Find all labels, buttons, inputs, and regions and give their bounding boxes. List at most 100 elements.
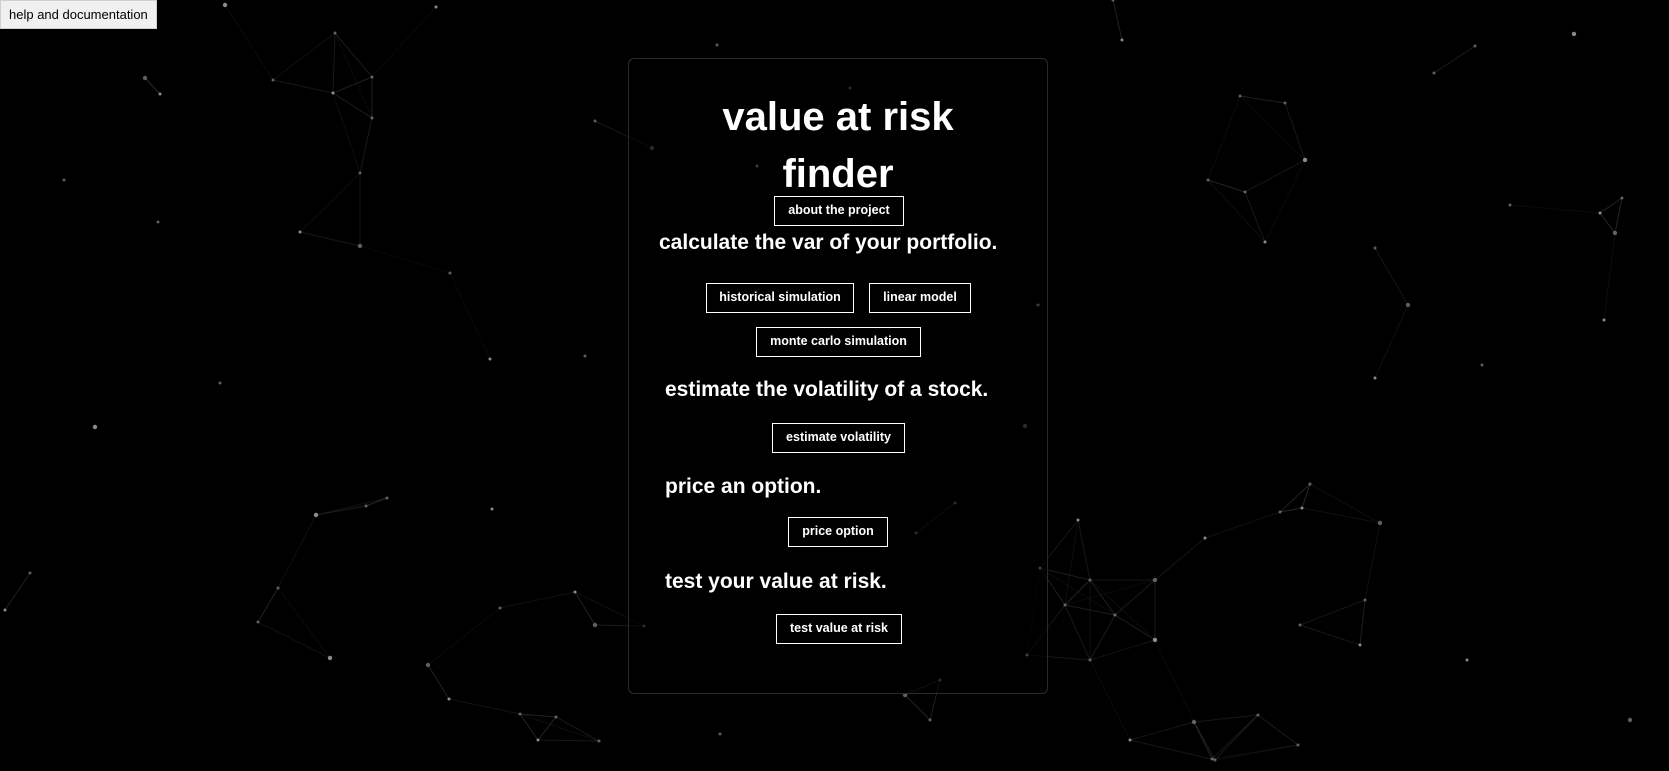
network-node [1203,536,1207,540]
network-node [1302,157,1308,163]
network-node [518,712,522,716]
network-line [1089,659,1131,741]
network-node [28,571,32,575]
network-node [1508,203,1512,207]
network-node [1111,0,1115,2]
network-node [1263,240,1267,244]
network-node [1300,506,1304,510]
network-node [536,738,540,742]
network-line [1301,507,1381,524]
estimate-volatility-button[interactable]: estimate volatility [772,423,905,453]
network-node [1620,196,1624,200]
network-node [592,622,598,628]
network-node [1612,230,1618,236]
network-line [1614,197,1623,234]
network-node [3,608,7,612]
network-node [490,507,494,511]
network-node [276,586,280,590]
network-node [1152,577,1158,583]
network-node [1377,520,1383,526]
network-node [1283,101,1287,105]
volatility-section-heading: estimate the volatility of a stock. [665,378,989,401]
network-node [1363,598,1367,602]
network-node [358,171,362,175]
network-line [1599,197,1623,214]
network-line [1509,204,1601,214]
network-node [1598,211,1602,215]
network-line [1433,45,1476,74]
network-line [1193,721,1216,761]
network-node [271,78,275,82]
about-the-project-button[interactable]: about the project [774,196,904,226]
linear-model-button[interactable]: linear model [869,283,971,313]
network-line [1112,0,1123,41]
network-node [1373,246,1377,250]
network-line [1309,483,1381,524]
network-node [583,354,587,358]
network-line [1077,519,1091,581]
network-line [272,32,336,81]
network-node [331,91,335,95]
network-line [277,587,331,659]
price-option-button[interactable]: price option [788,517,888,547]
network-line [499,591,576,609]
network-line [4,572,31,611]
network-line [449,272,491,360]
network-line [1244,159,1306,193]
network-line [144,77,161,95]
network-node [715,43,719,47]
network-node [1465,658,1469,662]
network-node [1358,643,1362,647]
network-line [1239,95,1306,161]
network-line [277,514,317,589]
network-node [370,116,374,120]
historical-simulation-button[interactable]: historical simulation [706,283,854,313]
network-line [1064,519,1079,606]
network-node [425,662,431,668]
network-node [1627,717,1633,723]
network-line [1154,537,1206,581]
network-line [1244,191,1266,243]
network-node [488,357,492,361]
network-line [272,79,334,94]
network-node [1113,613,1117,617]
help-and-documentation-button[interactable]: help and documentation [0,0,157,29]
network-line [359,245,451,274]
network-line [1374,247,1409,306]
network-line [1114,614,1156,641]
network-node [256,620,260,624]
network-node [434,5,438,9]
network-node [1373,376,1377,380]
network-line [448,698,521,715]
page-title-line-1: value at risk [722,95,954,139]
network-node [597,739,601,743]
network-node [1063,603,1067,607]
network-node [222,2,228,8]
network-node [327,655,333,661]
network-line [1299,624,1361,646]
network-line [224,4,274,81]
network-line [1603,232,1616,321]
network-line [1154,639,1195,723]
network-node [298,230,302,234]
network-node [1191,719,1197,725]
network-node [1278,510,1282,514]
network-node [573,590,577,594]
network-line [1207,95,1241,181]
network-node [1088,658,1092,662]
monte-carlo-simulation-button[interactable]: monte carlo simulation [756,327,921,357]
network-line [537,716,557,741]
network-node [1238,94,1242,98]
network-node [385,496,389,500]
network-node [1298,623,1302,627]
network-node [498,606,502,610]
network-line [1284,102,1306,161]
network-line [257,587,279,623]
network-node [1308,482,1312,486]
network-line [1599,212,1616,234]
option-section-heading: price an option. [665,475,822,498]
network-node [1571,31,1577,37]
network-node [1088,578,1092,582]
test-value-at-risk-button[interactable]: test value at risk [776,614,902,644]
network-line [315,497,388,516]
